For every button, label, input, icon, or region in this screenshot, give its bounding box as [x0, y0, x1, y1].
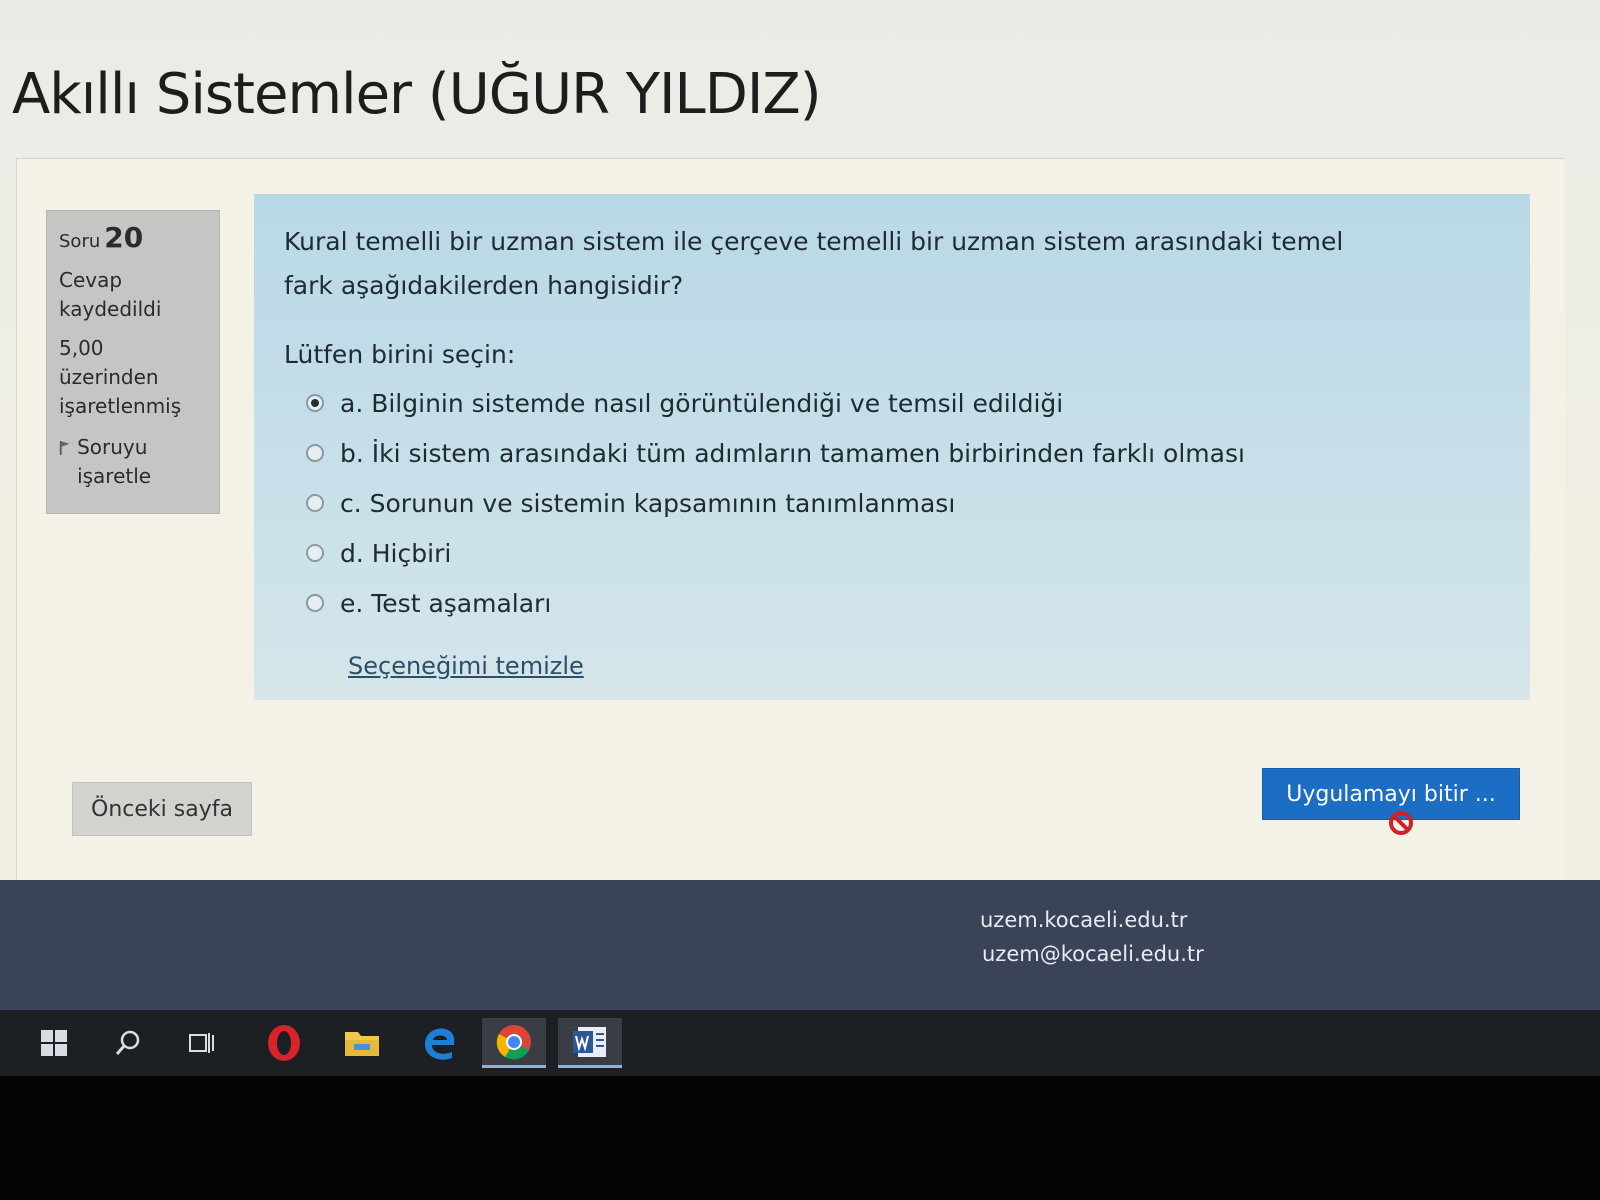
- flag-question-link[interactable]: Soruyu işaretle: [59, 433, 207, 491]
- clear-choice-link[interactable]: Seçeneğimi temizle: [348, 652, 584, 680]
- task-view-button[interactable]: [170, 1018, 234, 1068]
- word-taskbar-button[interactable]: [558, 1018, 622, 1068]
- chrome-taskbar-button[interactable]: [482, 1018, 546, 1068]
- search-button[interactable]: [96, 1018, 160, 1068]
- answer-label: a. Bilginin sistemde nasıl görüntülendiğ…: [340, 388, 1064, 418]
- footer: uzem.kocaeli.edu.tr uzem@kocaeli.edu.tr: [0, 880, 1600, 1010]
- edge-icon: [424, 1028, 455, 1060]
- radio-button[interactable]: [306, 544, 324, 562]
- answer-label: d. Hiçbiri: [340, 538, 452, 568]
- radio-button[interactable]: [306, 444, 324, 462]
- page: Akıllı Sistemler (UĞUR YILDIZ) Soru 20 Ce…: [0, 0, 1600, 1010]
- answer-label: b. İki sistem arasındaki tüm adımların t…: [340, 438, 1245, 468]
- answer-prompt: Lütfen birini seçin:: [284, 340, 516, 369]
- answer-label: e. Test aşamaları: [340, 588, 552, 618]
- answer-label: c. Sorunun ve sistemin kapsamının tanıml…: [340, 488, 956, 518]
- file-explorer-icon: [345, 1032, 379, 1056]
- question-text: Kural temelli bir uzman sistem ile çerçe…: [284, 227, 1344, 300]
- radio-button[interactable]: [306, 494, 324, 512]
- question-info-panel: Soru 20 Cevap kaydedildi 5,00 üzerinden i…: [46, 210, 220, 514]
- windows-start-icon: [41, 1030, 67, 1056]
- answer-list: a. Bilginin sistemde nasıl görüntülendiğ…: [306, 378, 1500, 628]
- flag-icon: [59, 441, 70, 455]
- word-icon: [573, 1026, 606, 1057]
- question-label: Soru: [59, 231, 101, 252]
- chrome-icon: [496, 1024, 531, 1059]
- answer-status: Cevap kaydedildi: [59, 268, 162, 321]
- windows-start-button[interactable]: [22, 1018, 86, 1068]
- radio-button-selected[interactable]: [306, 394, 324, 412]
- answer-option-a[interactable]: a. Bilginin sistemde nasıl görüntülendiğ…: [306, 378, 1500, 428]
- edge-taskbar-button[interactable]: [408, 1018, 472, 1068]
- question-panel: Kural temelli bir uzman sistem ile çerçe…: [254, 194, 1530, 700]
- task-view-icon: [189, 1033, 214, 1053]
- file-explorer-taskbar-button[interactable]: [330, 1018, 394, 1068]
- previous-page-button[interactable]: Önceki sayfa: [72, 782, 252, 836]
- radio-button[interactable]: [306, 594, 324, 612]
- monitor-bezel: [0, 1076, 1600, 1200]
- answer-option-b[interactable]: b. İki sistem arasındaki tüm adımların t…: [306, 428, 1500, 478]
- flag-question-label: Soruyu işaretle: [77, 435, 152, 488]
- answer-option-c[interactable]: c. Sorunun ve sistemin kapsamının tanıml…: [306, 478, 1500, 528]
- question-number: Soru 20: [59, 223, 207, 256]
- windows-taskbar: [0, 1010, 1600, 1076]
- search-icon: [115, 1030, 140, 1055]
- page-title: Akıllı Sistemler (UĞUR YILDIZ): [12, 62, 822, 127]
- footer-email[interactable]: uzem@kocaeli.edu.tr: [982, 942, 1204, 966]
- not-allowed-cursor-icon: [1389, 811, 1413, 835]
- question-number-value: 20: [104, 221, 144, 254]
- answer-option-e[interactable]: e. Test aşamaları: [306, 578, 1500, 628]
- opera-icon: [268, 1025, 300, 1061]
- footer-website[interactable]: uzem.kocaeli.edu.tr: [980, 908, 1187, 932]
- answer-option-d[interactable]: d. Hiçbiri: [306, 528, 1500, 578]
- opera-taskbar-button[interactable]: [252, 1018, 316, 1068]
- question-mark: 5,00 üzerinden işaretlenmiş: [59, 336, 182, 418]
